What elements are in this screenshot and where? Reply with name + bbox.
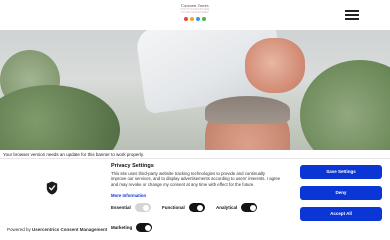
logo-dot-yellow <box>189 16 195 22</box>
logo-subtitle-2: VIDEOGRAPHER <box>181 10 209 15</box>
powered-by-prefix: Powered by <box>7 227 33 232</box>
hero-man-hair <box>205 96 290 124</box>
logo-dot-blue <box>195 16 201 22</box>
toggle-functional-label: Functional <box>162 205 185 210</box>
logo-dot-green <box>201 16 207 22</box>
essential-switch <box>134 203 151 212</box>
switch-knob <box>143 204 150 211</box>
site-logo[interactable]: Carmen Jones PHOTOGRAPHER VIDEOGRAPHER <box>175 3 215 25</box>
switch-knob <box>144 224 151 231</box>
hero-raised-fist <box>245 38 305 93</box>
usercentrics-shield-icon <box>46 181 58 195</box>
hamburger-icon[interactable] <box>345 9 359 20</box>
toggle-marketing: Marketing <box>111 223 153 232</box>
logo-dots <box>175 16 215 22</box>
toggle-functional: Functional <box>162 203 205 212</box>
analytical-switch[interactable] <box>241 203 258 212</box>
hero-foliage <box>300 60 390 152</box>
hero-foliage <box>0 85 120 152</box>
consent-banner: Powered by Usercentrics Consent Manageme… <box>0 158 390 240</box>
privacy-settings-body: This site uses third-party website track… <box>111 171 281 187</box>
accept-all-button[interactable]: Accept All <box>300 207 382 221</box>
privacy-settings-title: Privacy Settings <box>111 163 154 169</box>
functional-switch[interactable] <box>188 203 205 212</box>
more-information-link[interactable]: More Information <box>111 193 146 198</box>
logo-dot-red <box>183 16 189 22</box>
hamburger-line <box>345 14 359 16</box>
hamburger-line <box>345 18 359 20</box>
toggle-analytical: Analytical <box>216 203 258 212</box>
toggle-essential: Essential <box>111 203 151 212</box>
powered-by: Powered by Usercentrics Consent Manageme… <box>7 227 107 232</box>
deny-button[interactable]: Deny <box>300 186 382 200</box>
toggle-analytical-label: Analytical <box>216 205 238 210</box>
switch-knob <box>197 204 204 211</box>
hamburger-line <box>345 10 359 12</box>
hero-photo <box>0 30 390 152</box>
switch-knob <box>249 204 256 211</box>
toggle-marketing-label: Marketing <box>111 225 133 230</box>
toggle-essential-label: Essential <box>111 205 131 210</box>
powered-by-brand[interactable]: Usercentrics Consent Management <box>32 227 107 232</box>
marketing-switch[interactable] <box>136 223 153 232</box>
save-settings-button[interactable]: Save Settings <box>300 165 382 179</box>
site-header: Carmen Jones PHOTOGRAPHER VIDEOGRAPHER <box>0 0 390 30</box>
